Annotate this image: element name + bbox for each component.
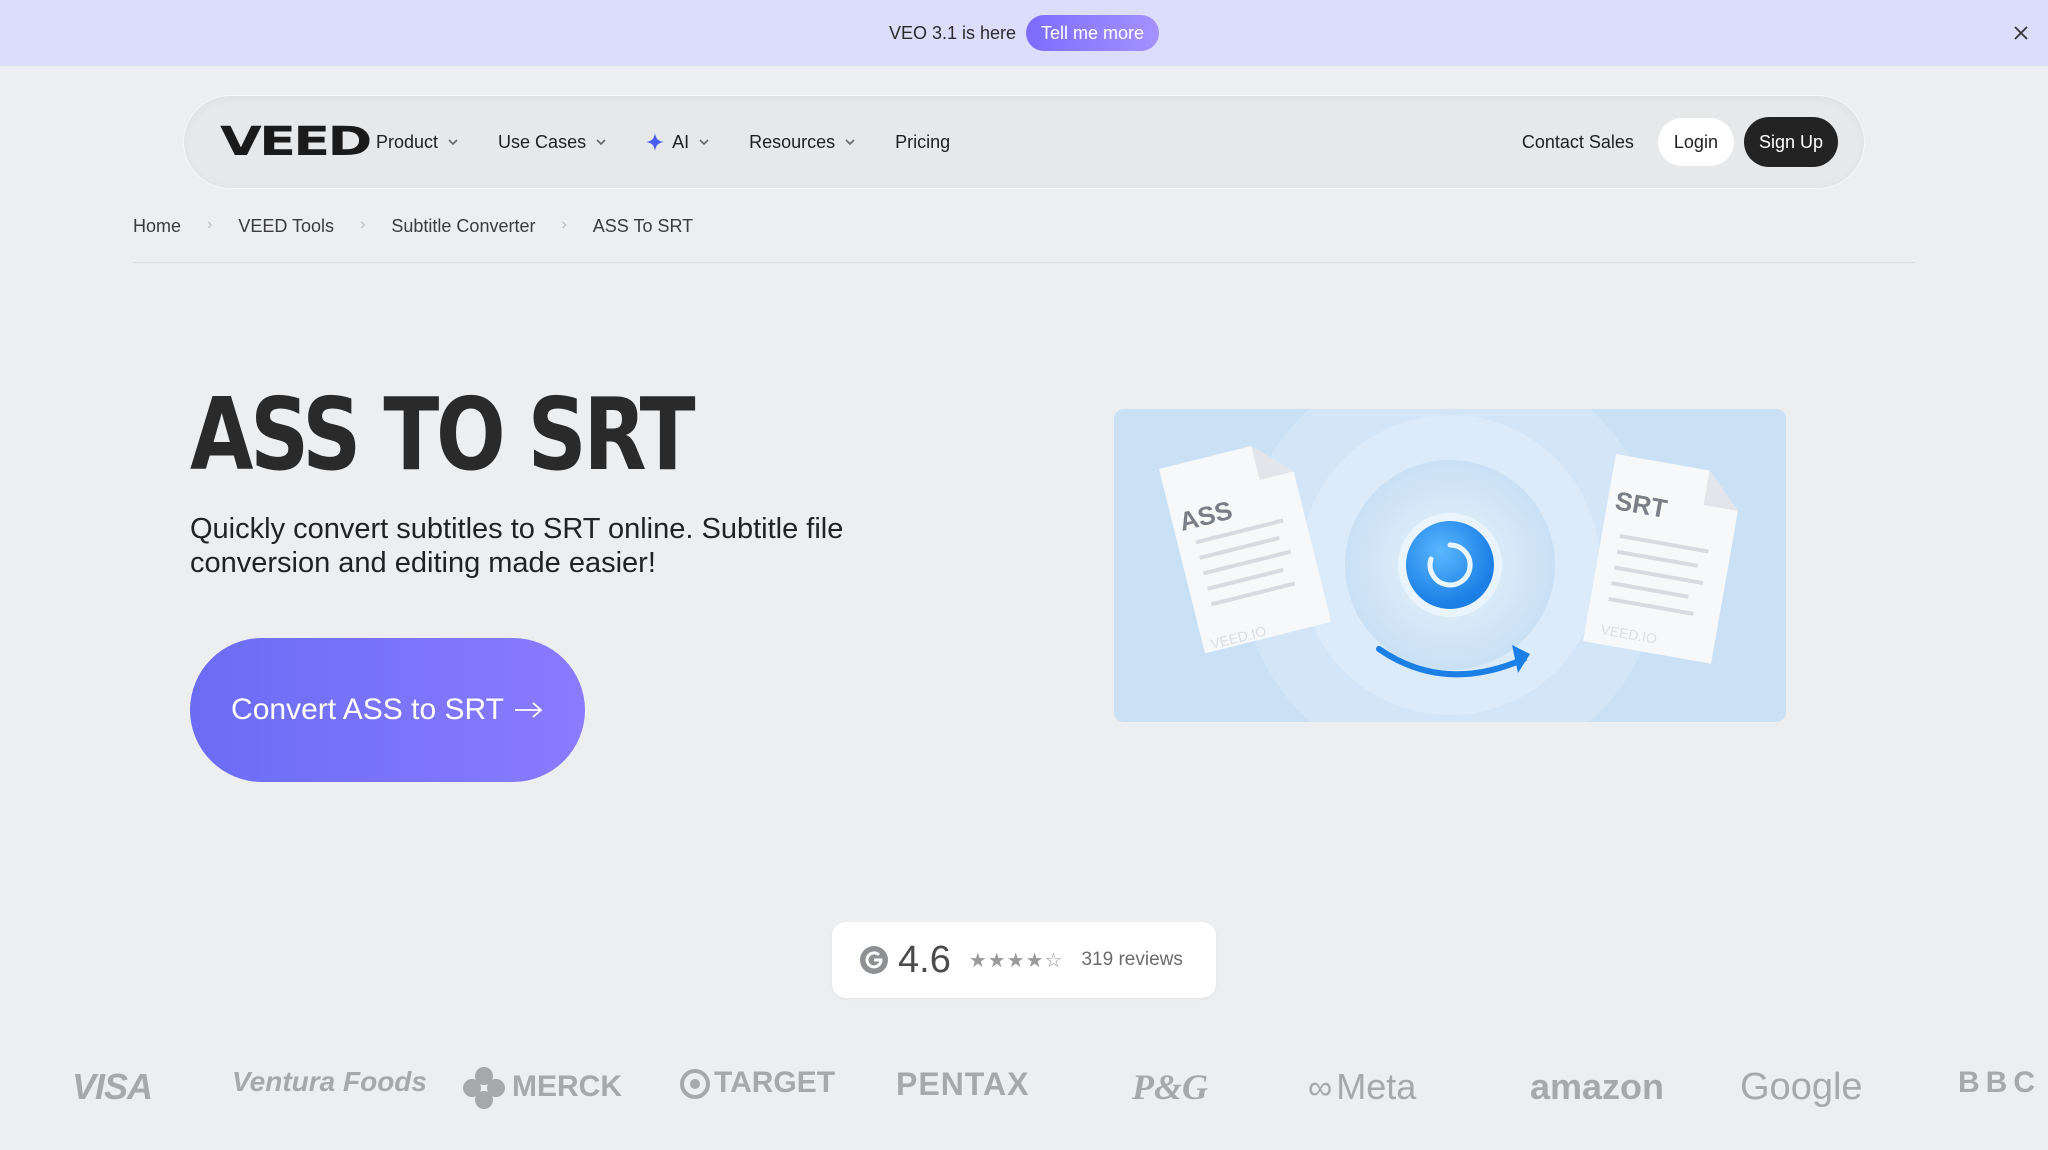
target-text: TARGET xyxy=(714,1066,836,1099)
chevron-right-icon: › xyxy=(360,216,366,233)
chevron-down-icon xyxy=(448,139,458,146)
close-icon[interactable] xyxy=(2008,20,2034,46)
chevron-down-icon xyxy=(699,139,709,146)
chevron-down-icon xyxy=(845,139,855,146)
pentax-logo: PENTAX xyxy=(896,1066,1030,1102)
review-count: 319 reviews xyxy=(1081,949,1183,970)
bbc-logo: BBC xyxy=(1958,1066,2041,1099)
loading-orb xyxy=(1406,521,1494,609)
google-logo: Google xyxy=(1740,1066,1863,1108)
arrow-right-icon xyxy=(514,702,543,718)
star-rating-icon: ★★★★☆ xyxy=(968,949,1064,972)
rating-score: 4.6 xyxy=(898,938,951,981)
pg-logo: P&G xyxy=(1132,1067,1208,1107)
convert-button[interactable]: Convert ASS to SRT xyxy=(190,638,585,782)
g2-icon xyxy=(860,946,888,974)
announcement-bar: VEO 3.1 is here Tell me more xyxy=(0,0,2048,66)
login-button[interactable]: Login xyxy=(1657,118,1734,166)
hero-subtitle: Quickly convert subtitles to SRT online.… xyxy=(190,513,844,579)
amazon-logo: amazon xyxy=(1530,1066,1665,1107)
nav-menu: Product Use Cases AI Resources Pricing xyxy=(376,132,950,153)
breadcrumb: Home › VEED Tools › Subtitle Converter ›… xyxy=(133,216,1915,263)
meta-text: Meta xyxy=(1336,1066,1417,1107)
breadcrumb-home[interactable]: Home xyxy=(133,216,181,237)
merck-text: MERCK xyxy=(512,1069,622,1103)
nav-item-ai[interactable]: AI xyxy=(646,132,711,153)
target-mark-icon xyxy=(680,1069,710,1100)
hero-illustration: ASS VEED.IO SRT VEED.IO xyxy=(1114,409,1786,722)
target-logo: TARGET xyxy=(680,1066,835,1100)
ventura-foods-logo: Ventura Foods xyxy=(232,1066,427,1097)
sign-up-button[interactable]: Sign Up xyxy=(1743,117,1838,167)
merck-logo: MERCK xyxy=(462,1066,622,1110)
meta-infinity-icon: ∞ xyxy=(1308,1069,1333,1107)
chevron-right-icon: › xyxy=(207,216,213,233)
main-nav: VEED Product Use Cases AI Resources Pric… xyxy=(184,96,1864,188)
page-title: ASS TO SRT xyxy=(190,376,696,493)
contact-sales-link[interactable]: Contact Sales xyxy=(1522,132,1634,153)
nav-item-label: Use Cases xyxy=(498,131,587,152)
merck-mark-icon xyxy=(463,1067,505,1109)
convert-button-label: Convert ASS to SRT xyxy=(231,693,504,726)
veed-logo[interactable]: VEED xyxy=(220,119,409,165)
rating-card: 4.6 ★★★★☆ 319 reviews xyxy=(832,922,1216,998)
customer-logos: VISA Ventura Foods MERCK TARGET PENTAX P… xyxy=(0,1050,2048,1120)
chevron-right-icon: › xyxy=(561,216,567,233)
nav-actions: Contact Sales Login Sign Up xyxy=(1522,117,1838,167)
conversion-graphic: ASS VEED.IO SRT VEED.IO xyxy=(1114,409,1786,722)
breadcrumb-subtitle-converter[interactable]: Subtitle Converter xyxy=(391,216,535,237)
visa-logo: VISA xyxy=(72,1066,153,1107)
nav-item-resources[interactable]: Resources xyxy=(749,132,857,153)
nav-item-use-cases[interactable]: Use Cases xyxy=(498,132,608,153)
chevron-down-icon xyxy=(596,139,606,146)
tell-me-more-button[interactable]: Tell me more xyxy=(1026,15,1160,51)
nav-item-label: AI xyxy=(672,131,690,152)
sparkle-icon xyxy=(646,133,665,151)
announcement-text: VEO 3.1 is here xyxy=(888,22,1017,43)
breadcrumb-veed-tools[interactable]: VEED Tools xyxy=(238,216,334,237)
nav-item-pricing[interactable]: Pricing xyxy=(895,132,950,153)
nav-item-label: Resources xyxy=(749,131,836,152)
breadcrumb-current: ASS To SRT xyxy=(592,216,694,236)
meta-logo: ∞ Meta xyxy=(1308,1066,1416,1108)
nav-item-label: Pricing xyxy=(895,131,951,152)
